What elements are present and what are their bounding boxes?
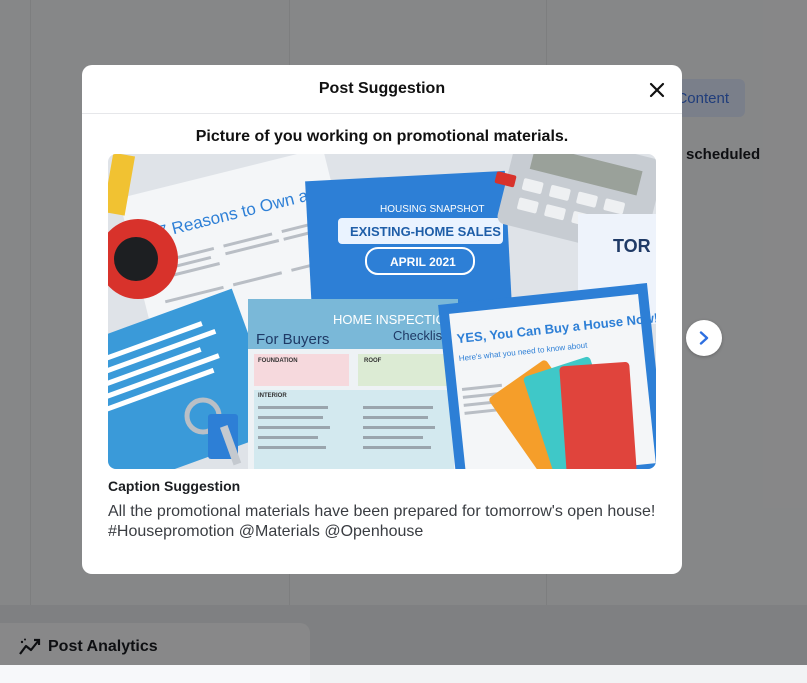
- post-suggestion-modal: Post Suggestion Picture of you working o…: [82, 65, 682, 574]
- next-suggestion-button[interactable]: [686, 320, 722, 356]
- modal-title: Post Suggestion: [318, 80, 446, 97]
- doc3-subtitle: Checklist: [393, 328, 446, 343]
- doc3-col1: FOUNDATION: [258, 358, 298, 364]
- doc3-col3: INTERIOR: [258, 393, 287, 399]
- doc5-text: TOR: [613, 236, 651, 256]
- doc2-date: APRIL 2021: [390, 255, 456, 269]
- doc3-brand: For Buyers: [256, 331, 329, 348]
- caption-suggestion-text: All the promotional materials have been …: [108, 503, 656, 540]
- doc2-title: EXISTING-HOME SALES: [350, 224, 501, 239]
- doc2-header: HOUSING SNAPSHOT: [380, 204, 484, 215]
- modal-header: Post Suggestion: [82, 65, 682, 114]
- caption-suggestion-label: Caption Suggestion: [108, 478, 241, 494]
- chevron-right-icon: [699, 331, 709, 345]
- suggestion-photo: 7 Reasons to Own a Home HOUSING SNAPSHOT…: [108, 154, 656, 469]
- suggestion-subtitle: Picture of you working on promotional ma…: [195, 128, 569, 145]
- close-button[interactable]: [646, 79, 668, 101]
- doc3-col2: ROOF: [364, 358, 382, 364]
- doc3-title: HOME INSPECTION: [333, 312, 455, 327]
- close-icon: [649, 82, 665, 98]
